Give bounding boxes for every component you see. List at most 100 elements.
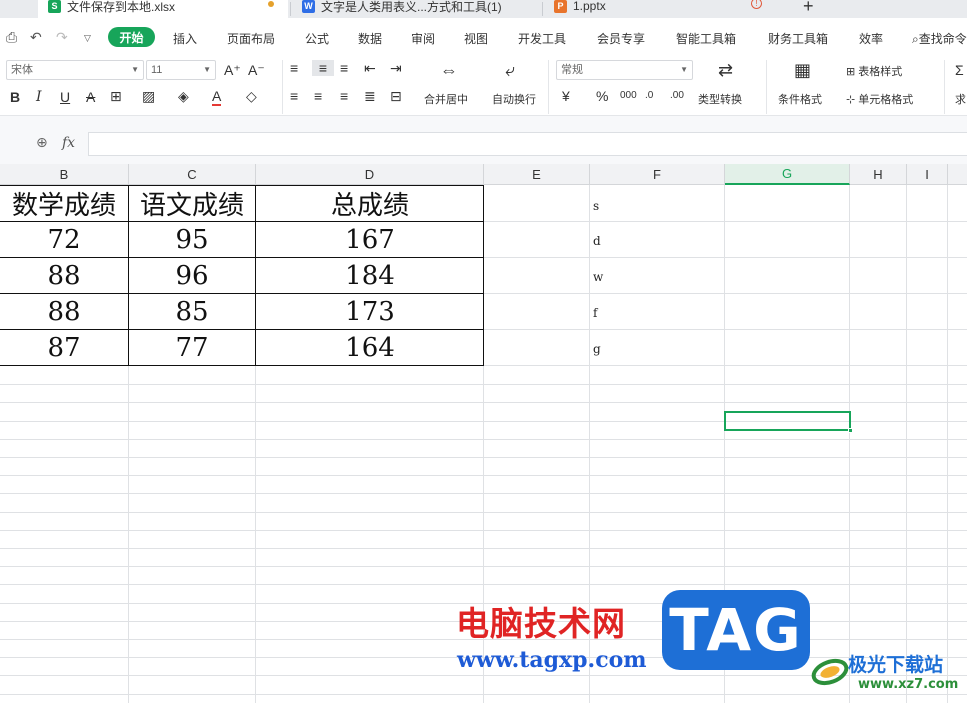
strikethrough-icon[interactable]: A (86, 89, 95, 105)
distribute-icon[interactable]: ⊟ (390, 88, 402, 104)
formula-input[interactable] (88, 132, 967, 156)
header-chinese[interactable]: 语文成绩 (129, 186, 255, 221)
clear-format-icon[interactable]: ◇ (246, 88, 257, 104)
cell[interactable]: 164 (256, 330, 484, 365)
merge-center-button[interactable]: 合并居中 (424, 91, 468, 107)
active-cell-selection[interactable] (724, 411, 853, 433)
grid-row-line (0, 530, 967, 531)
cell-f[interactable]: w (593, 270, 603, 284)
cell-f[interactable]: s (593, 199, 599, 213)
number-format-select[interactable]: 常规 ▼ (556, 60, 693, 80)
column-header-i[interactable]: I (907, 164, 948, 185)
tab-label: 文件保存到本地.xlsx (67, 0, 176, 14)
column-header-h[interactable]: H (850, 164, 907, 185)
menu-view[interactable]: 视图 (464, 30, 488, 47)
type-convert-icon[interactable]: ⇄ (718, 61, 733, 79)
justify-icon[interactable]: ≣ (364, 88, 376, 104)
search-command[interactable]: ⌕查找命令 (912, 30, 967, 47)
menu-insert[interactable]: 插入 (173, 30, 197, 47)
italic-icon[interactable]: I (36, 89, 42, 105)
menu-finance-toolbox[interactable]: 财务工具箱 (768, 30, 828, 47)
column-header-d[interactable]: D (256, 164, 484, 185)
cell[interactable]: 88 (0, 294, 128, 329)
increase-decimal-icon[interactable]: .0 (645, 88, 653, 104)
column-header-next[interactable] (948, 164, 967, 185)
wrap-text-button[interactable]: 自动换行 (492, 91, 536, 107)
print-preview-icon[interactable]: ⎙ (6, 29, 17, 46)
bold-icon[interactable]: B (10, 89, 20, 105)
cell[interactable]: 77 (129, 330, 255, 365)
menu-data[interactable]: 数据 (358, 30, 382, 47)
cell[interactable]: 87 (0, 330, 128, 365)
cell[interactable]: 85 (129, 294, 255, 329)
tab-xlsx[interactable]: S 文件保存到本地.xlsx (38, 0, 288, 18)
currency-icon[interactable]: ¥ (562, 88, 570, 104)
undo-icon[interactable]: ↶ (30, 29, 42, 46)
sum-button[interactable]: 求 (955, 91, 966, 107)
align-right-icon[interactable]: ≡ (340, 88, 348, 104)
align-left-icon[interactable]: ≡ (290, 88, 298, 104)
decrease-decimal-icon[interactable]: .00 (670, 88, 684, 104)
column-header-f[interactable]: F (590, 164, 725, 185)
type-convert-button[interactable]: 类型转换 (698, 91, 742, 107)
fill-color-icon[interactable]: ◈ (178, 88, 189, 104)
menu-page-layout[interactable]: 页面布局 (227, 30, 275, 47)
column-header-g[interactable]: G (725, 164, 850, 185)
column-header-e[interactable]: E (484, 164, 590, 185)
fx-button[interactable]: fx (62, 135, 75, 151)
menu-formula[interactable]: 公式 (305, 30, 329, 47)
tab-docx[interactable]: W 文字是人类用表义...方式和工具(1) (292, 0, 540, 18)
increase-font-icon[interactable]: A⁺ (224, 62, 241, 78)
decrease-indent-icon[interactable]: ⇤ (364, 60, 376, 76)
increase-indent-icon[interactable]: ⇥ (390, 60, 402, 76)
align-bottom-icon[interactable]: ≡ (340, 60, 348, 76)
font-name-select[interactable]: 宋体 ▼ (6, 60, 144, 80)
conditional-format-icon[interactable]: ▦ (794, 61, 811, 79)
menu-smart-toolbox[interactable]: 智能工具箱 (676, 30, 736, 47)
cell[interactable]: 184 (256, 258, 484, 293)
table-style-button[interactable]: ⊞ 表格样式 (846, 63, 902, 79)
underline-icon[interactable]: U (60, 89, 70, 105)
fill-pattern-icon[interactable]: ▨ (142, 88, 155, 104)
menu-start[interactable]: 开始 (108, 27, 155, 47)
column-header-b[interactable]: B (0, 164, 129, 185)
align-center-icon[interactable]: ≡ (314, 88, 322, 104)
header-math[interactable]: 数学成绩 (0, 186, 128, 221)
merge-center-icon[interactable]: ⇔ (440, 61, 458, 79)
fill-handle[interactable] (848, 428, 853, 433)
column-header-c[interactable]: C (129, 164, 256, 185)
unsaved-dot-icon (268, 1, 274, 7)
align-middle-icon[interactable]: ≡ (312, 60, 334, 76)
menu-review[interactable]: 审阅 (411, 30, 435, 47)
menu-efficiency[interactable]: 效率 (859, 30, 883, 47)
header-total[interactable]: 总成绩 (256, 186, 484, 221)
quick-access-dropdown-icon[interactable]: ▽ (84, 33, 91, 44)
cell-f[interactable]: d (593, 234, 601, 248)
sum-icon[interactable]: Σ (955, 62, 964, 78)
percent-icon[interactable]: % (596, 88, 608, 104)
cell[interactable]: 88 (0, 258, 128, 293)
cell-f[interactable]: f (593, 306, 597, 320)
cell[interactable]: 95 (129, 222, 255, 257)
border-icon[interactable]: ⊞ (110, 88, 122, 104)
new-tab-button[interactable]: + (803, 0, 814, 17)
cell[interactable]: 167 (256, 222, 484, 257)
tab-pptx[interactable]: P 1.pptx ! (544, 0, 792, 18)
font-size-select[interactable]: 11 ▼ (146, 60, 216, 80)
cell[interactable]: 96 (129, 258, 255, 293)
thousands-icon[interactable]: 000 (620, 88, 637, 104)
redo-icon[interactable]: ↷ (56, 29, 68, 46)
cell-f[interactable]: g (593, 342, 601, 356)
wrap-text-icon[interactable]: ⤶ (505, 61, 515, 79)
cell[interactable]: 173 (256, 294, 484, 329)
chevron-down-icon: ▼ (203, 65, 211, 74)
cell-style-button[interactable]: ⊹ 单元格格式 (846, 91, 913, 107)
font-color-icon[interactable]: A (212, 88, 222, 106)
zoom-icon[interactable]: ⊕ (36, 134, 48, 151)
align-top-icon[interactable]: ≡ (290, 60, 298, 76)
menu-developer[interactable]: 开发工具 (518, 30, 566, 47)
menu-member[interactable]: 会员专享 (597, 30, 645, 47)
cell[interactable]: 72 (0, 222, 128, 257)
conditional-format-button[interactable]: 条件格式 (778, 91, 822, 107)
decrease-font-icon[interactable]: A⁻ (248, 62, 265, 78)
